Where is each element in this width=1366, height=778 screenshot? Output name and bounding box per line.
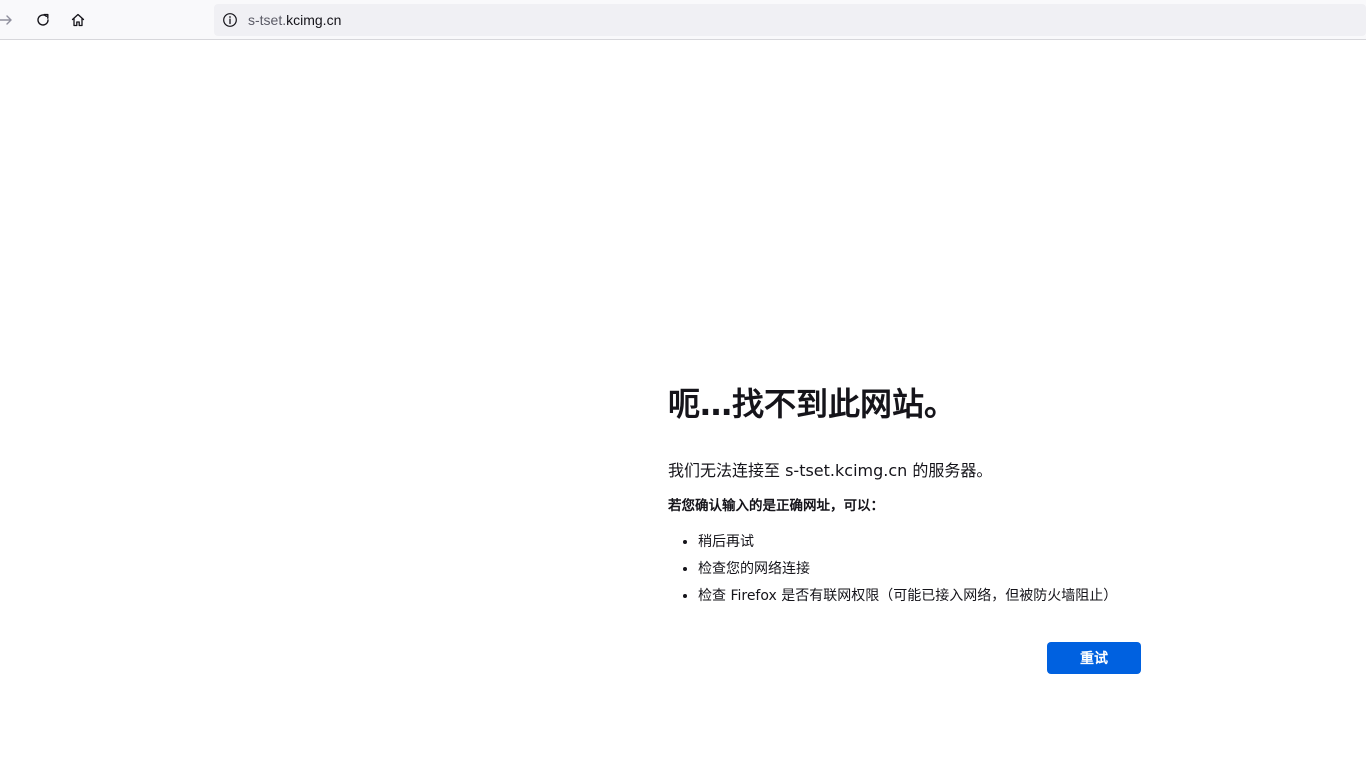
error-description: 我们无法连接至 s-tset.kcimg.cn 的服务器。 (668, 461, 993, 480)
reload-icon (37, 13, 49, 26)
arrow-right-icon (0, 15, 12, 25)
info-icon[interactable] (222, 12, 238, 28)
reload-button[interactable] (29, 6, 57, 34)
list-item: 检查 Firefox 是否有联网权限（可能已接入网络，但被防火墙阻止） (698, 583, 1348, 610)
retry-button[interactable]: 重试 (1047, 642, 1141, 674)
url-bar[interactable]: s-tset.kcimg.cn (214, 4, 1366, 36)
list-item: 检查您的网络连接 (698, 556, 1348, 583)
list-item: 稍后再试 (698, 529, 1348, 556)
error-content: 呃…找不到此网站。 我们无法连接至 s-tset.kcimg.cn 的服务器。 … (668, 378, 1348, 610)
forward-button[interactable] (0, 6, 20, 34)
url-prefix: s-tset. (248, 12, 287, 28)
url-domain: kcimg.cn (286, 12, 342, 28)
page-title: 呃…找不到此网站。 (668, 385, 957, 423)
home-button[interactable] (64, 6, 92, 34)
suggestions-heading: 若您确认输入的是正确网址，可以： (668, 498, 884, 514)
suggestions-list: 稍后再试 检查您的网络连接 检查 Firefox 是否有联网权限（可能已接入网络… (668, 529, 1348, 610)
home-icon (71, 13, 85, 27)
url-text[interactable]: s-tset.kcimg.cn (248, 11, 341, 29)
browser-toolbar: s-tset.kcimg.cn (0, 0, 1366, 40)
